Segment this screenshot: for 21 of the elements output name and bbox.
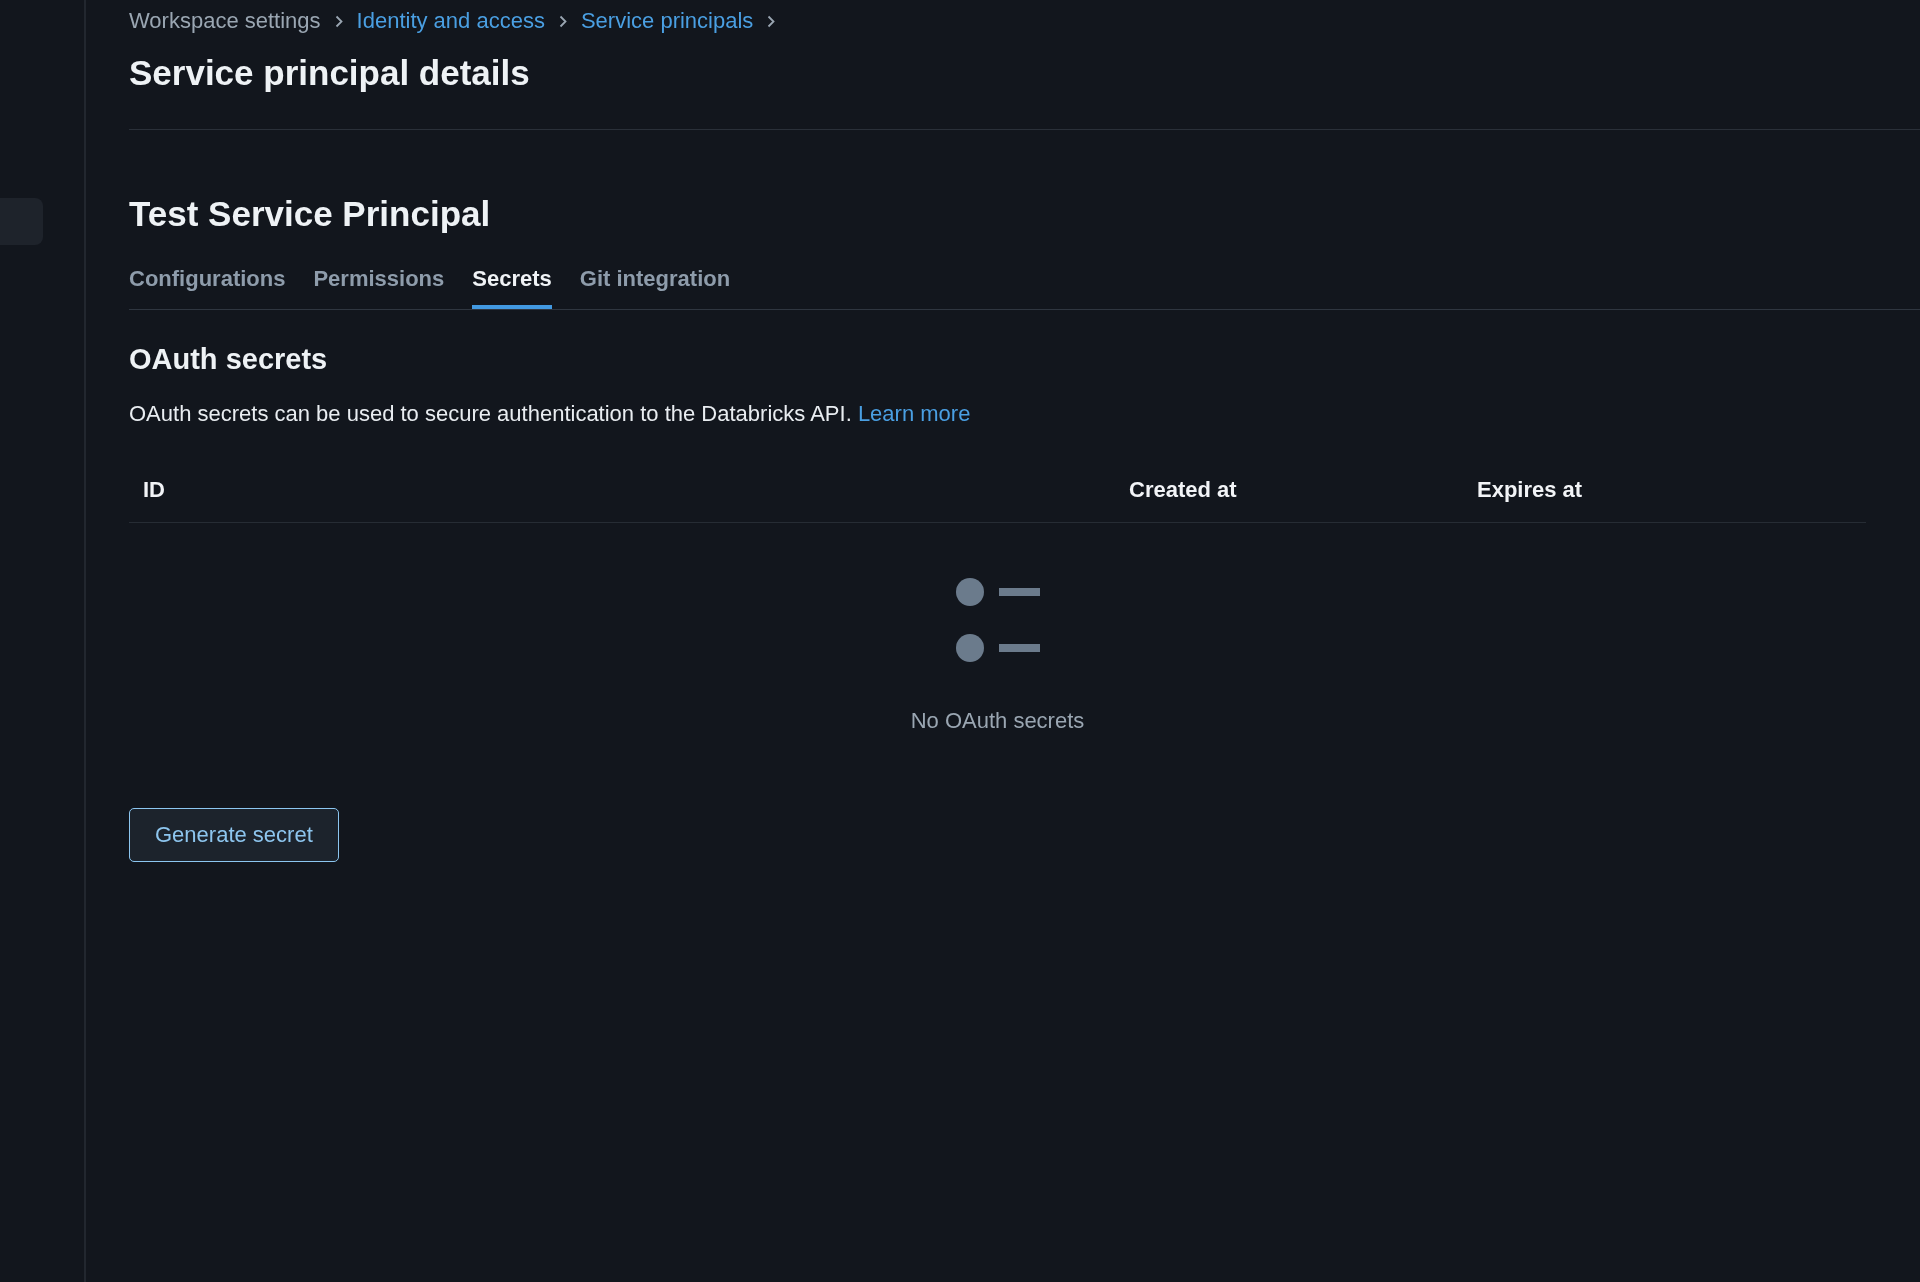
tab[interactable]: Git integration [579,265,731,309]
breadcrumb-link[interactable]: Service principals [580,7,754,35]
chevron-right-icon [334,14,343,28]
chevron-right-icon [558,14,567,28]
empty-list-icon [955,578,1040,662]
learn-more-link[interactable]: Learn more [857,401,971,426]
breadcrumb-item[interactable]: Workspace settings [129,7,321,35]
page-title: Service principal details [129,52,531,94]
column-header: ID [142,476,166,504]
column-header: Created at [1128,476,1238,504]
generate-secret-button[interactable]: Generate secret [129,808,339,862]
empty-state-message: No OAuth secrets [910,707,1085,735]
breadcrumb-link[interactable]: Identity and access [356,7,545,35]
column-header: Expires at [1476,476,1584,504]
tab[interactable]: Permissions [313,265,445,309]
tab[interactable]: Configurations [129,265,286,309]
principal-name: Test Service Principal [129,193,492,235]
section-title: OAuth secrets [129,342,329,377]
tab[interactable]: Secrets [472,265,552,309]
chevron-right-icon [767,14,776,28]
section-description: OAuth secrets can be used to secure authentication to the Databricks API. Learn more [129,400,972,428]
